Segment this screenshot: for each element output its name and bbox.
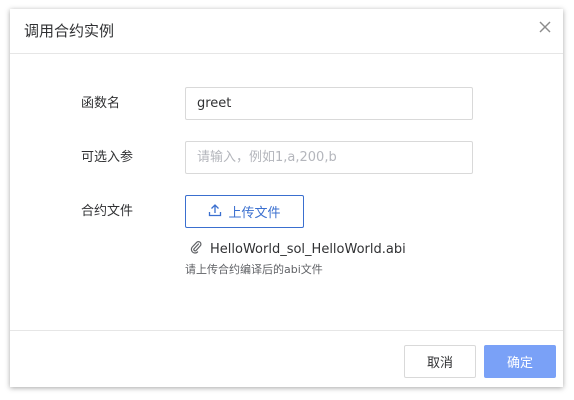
dialog-header: 调用合约实例 [10,9,563,54]
dialog-title: 调用合约实例 [24,22,115,40]
upload-file-button[interactable]: 上传文件 [185,195,304,228]
params-label: 可选入参 [81,150,134,165]
upload-file-label: 上传文件 [228,206,281,221]
function-name-input[interactable] [185,87,473,120]
params-input[interactable] [185,141,473,174]
function-name-label: 函数名 [81,96,121,111]
cancel-button[interactable]: 取消 [404,345,476,378]
close-icon[interactable] [537,19,553,35]
confirm-button[interactable]: 确定 [484,345,556,378]
paperclip-icon [190,240,202,259]
dialog-footer: 取消 确定 [10,330,563,387]
contract-file-label: 合约文件 [81,204,134,219]
upload-hint: 请上传合约编译后的abi文件 [185,263,323,276]
upload-icon [208,203,222,221]
uploaded-file-item[interactable]: HelloWorld_sol_HelloWorld.abi [190,240,406,259]
uploaded-file-name: HelloWorld_sol_HelloWorld.abi [210,241,406,257]
invoke-contract-dialog: 调用合约实例 函数名 可选入参 合约文件 上传文件 HelloWorld_sol… [10,9,563,387]
